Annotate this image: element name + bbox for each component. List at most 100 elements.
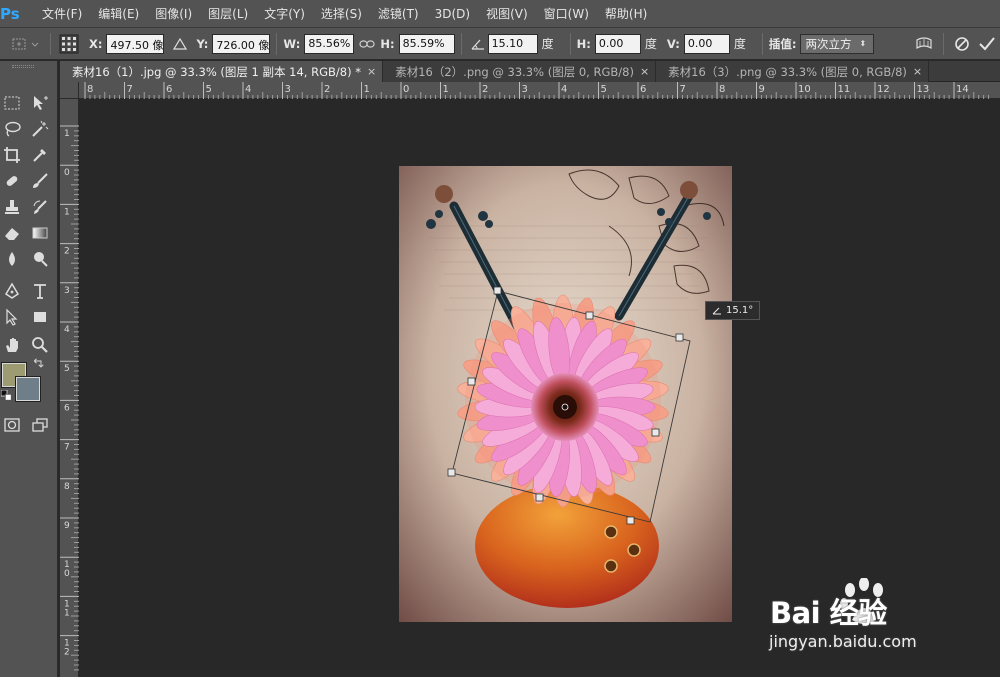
path-selection-tool-icon[interactable] [0,305,24,329]
menu-3d[interactable]: 3D(D) [427,0,478,28]
hand-tool-icon[interactable] [0,333,24,357]
warp-mode-icon[interactable] [911,32,937,56]
ruler-label: 4 [245,84,251,95]
menu-help[interactable]: 帮助(H) [597,0,655,28]
marquee-tool-icon[interactable] [0,91,24,115]
height-label: H: [380,36,395,51]
ruler-label: 1 [64,207,70,217]
default-colors-icon[interactable] [0,389,14,403]
vertical-skew-label: V: [666,36,680,51]
quick-mask-icon[interactable] [0,413,24,437]
height-field[interactable]: 85.59% [398,33,455,54]
ruler-label: 11 [838,84,851,95]
horizontal-skew-label: H: [576,36,591,51]
app-logo: Ps [0,4,20,23]
zoom-tool-icon[interactable] [28,333,52,357]
x-position-field[interactable]: 497.50 像 [106,33,165,54]
toolbox [0,61,58,677]
commit-transform-icon[interactable] [974,32,1000,56]
menu-view[interactable]: 视图(V) [478,0,536,28]
rectangle-tool-icon[interactable] [28,305,52,329]
horizontal-skew-field[interactable]: 0.00 [594,33,641,54]
ruler-label: 3 [522,84,528,95]
gradient-tool-icon[interactable] [28,221,52,245]
ruler-origin[interactable] [60,82,79,99]
options-separator [943,32,944,55]
link-icon[interactable] [354,33,380,55]
cancel-transform-icon[interactable] [950,32,974,56]
width-label: W: [283,36,301,51]
photoshop-window: Ps 文件(F) 编辑(E) 图像(I) 图层(L) 文字(Y) 选择(S) 滤… [0,0,1000,677]
ruler-label: 8 [719,84,725,95]
crop-tool-icon[interactable] [0,143,24,167]
ruler-label: 6 [64,403,70,413]
eraser-tool-icon[interactable] [0,221,24,245]
background-color-swatch[interactable] [15,376,41,402]
ruler-label: 4 [561,84,567,95]
menu-edit[interactable]: 编辑(E) [90,0,147,28]
document-artwork[interactable] [399,166,732,622]
document-tab[interactable]: 素材16（3）.png @ 33.3% (图层 0, RGB/8) × [656,61,930,82]
y-label: Y: [196,36,209,51]
options-separator [276,32,278,55]
magic-wand-tool-icon[interactable] [28,117,52,141]
ruler-label: 4 [64,325,70,335]
move-tool-icon[interactable] [28,91,52,115]
menu-image[interactable]: 图像(I) [147,0,200,28]
menu-type[interactable]: 文字(Y) [256,0,313,28]
width-field[interactable]: 85.56% [304,33,355,54]
menu-filter[interactable]: 滤镜(T) [370,0,427,28]
horizontal-ruler[interactable]: 8 7 6 5 4 3 2 1 0 1 2 3 4 5 6 7 8 9 10 11 12 13 14 [79,82,1000,99]
ruler-label: 5 [64,364,70,374]
ruler-label: 8 [64,482,70,492]
horizontal-ruler-ticks: 8 7 6 5 4 3 2 1 0 1 2 3 4 5 6 7 8 9 10 11 12 13 14 [84,82,990,99]
angle-unit: 度 [541,37,554,51]
document-tab-label: 素材16（3）.png @ 33.3% (图层 0, RGB/8) [668,64,907,79]
clone-stamp-tool-icon[interactable] [0,195,24,219]
menu-window[interactable]: 窗口(W) [536,0,597,28]
ruler-label: 5 [601,84,607,95]
reference-point-icon[interactable] [57,32,81,56]
ruler-label: 3 [64,286,70,296]
blur-tool-icon[interactable] [0,247,24,271]
ruler-label: 2 [482,84,488,95]
options-separator [50,32,51,55]
options-separator [761,32,763,55]
ruler-label: 6 [640,84,646,95]
menu-layer[interactable]: 图层(L) [200,0,256,28]
type-tool-icon[interactable] [28,279,52,303]
ruler-label: 7 [64,443,70,453]
menu-file[interactable]: 文件(F) [34,0,90,28]
vertical-skew-field[interactable]: 0.00 [683,33,730,54]
menu-select[interactable]: 选择(S) [313,0,370,28]
vertical-ruler-ticks: 10123456789101112 [60,125,79,671]
dodge-tool-icon[interactable] [28,247,52,271]
transform-tool-preset-icon[interactable] [6,32,44,56]
history-brush-tool-icon[interactable] [28,195,52,219]
interpolation-select[interactable]: 两次立方 ⬍ [800,33,875,54]
y-position-field[interactable]: 726.00 像 [212,33,271,54]
angle-tooltip-value: 15.1° [726,305,754,316]
vertical-ruler[interactable]: 10123456789101112 [60,99,79,677]
artwork-image [399,166,732,622]
rotate-angle-field[interactable]: 15.10 [487,33,538,54]
document-tab[interactable]: 素材16（2）.png @ 33.3% (图层 0, RGB/8) × [383,61,657,82]
swap-colors-icon[interactable] [30,357,46,371]
document-tab-active[interactable]: 素材16（1）.jpg @ 33.3% (图层 1 副本 14, RGB/8) … [60,61,384,82]
screen-mode-icon[interactable] [28,413,52,437]
close-icon[interactable]: × [913,65,922,78]
healing-brush-tool-icon[interactable] [0,169,24,193]
lasso-tool-icon[interactable] [0,117,24,141]
relative-position-icon[interactable] [168,33,192,55]
eyedropper-tool-icon[interactable] [28,143,52,167]
close-icon[interactable]: × [367,65,376,78]
ruler-label: 9 [759,84,765,95]
interpolation-value: 两次立方 [805,36,852,51]
close-icon[interactable]: × [640,65,649,78]
ruler-label: 8 [87,84,93,95]
brush-tool-icon[interactable] [28,169,52,193]
toolbox-grip[interactable] [12,65,34,68]
pen-tool-icon[interactable] [0,279,24,303]
rotation-angle-tooltip: 15.1° [705,301,761,320]
document-tab-label: 素材16（2）.png @ 33.3% (图层 0, RGB/8) [395,64,634,79]
